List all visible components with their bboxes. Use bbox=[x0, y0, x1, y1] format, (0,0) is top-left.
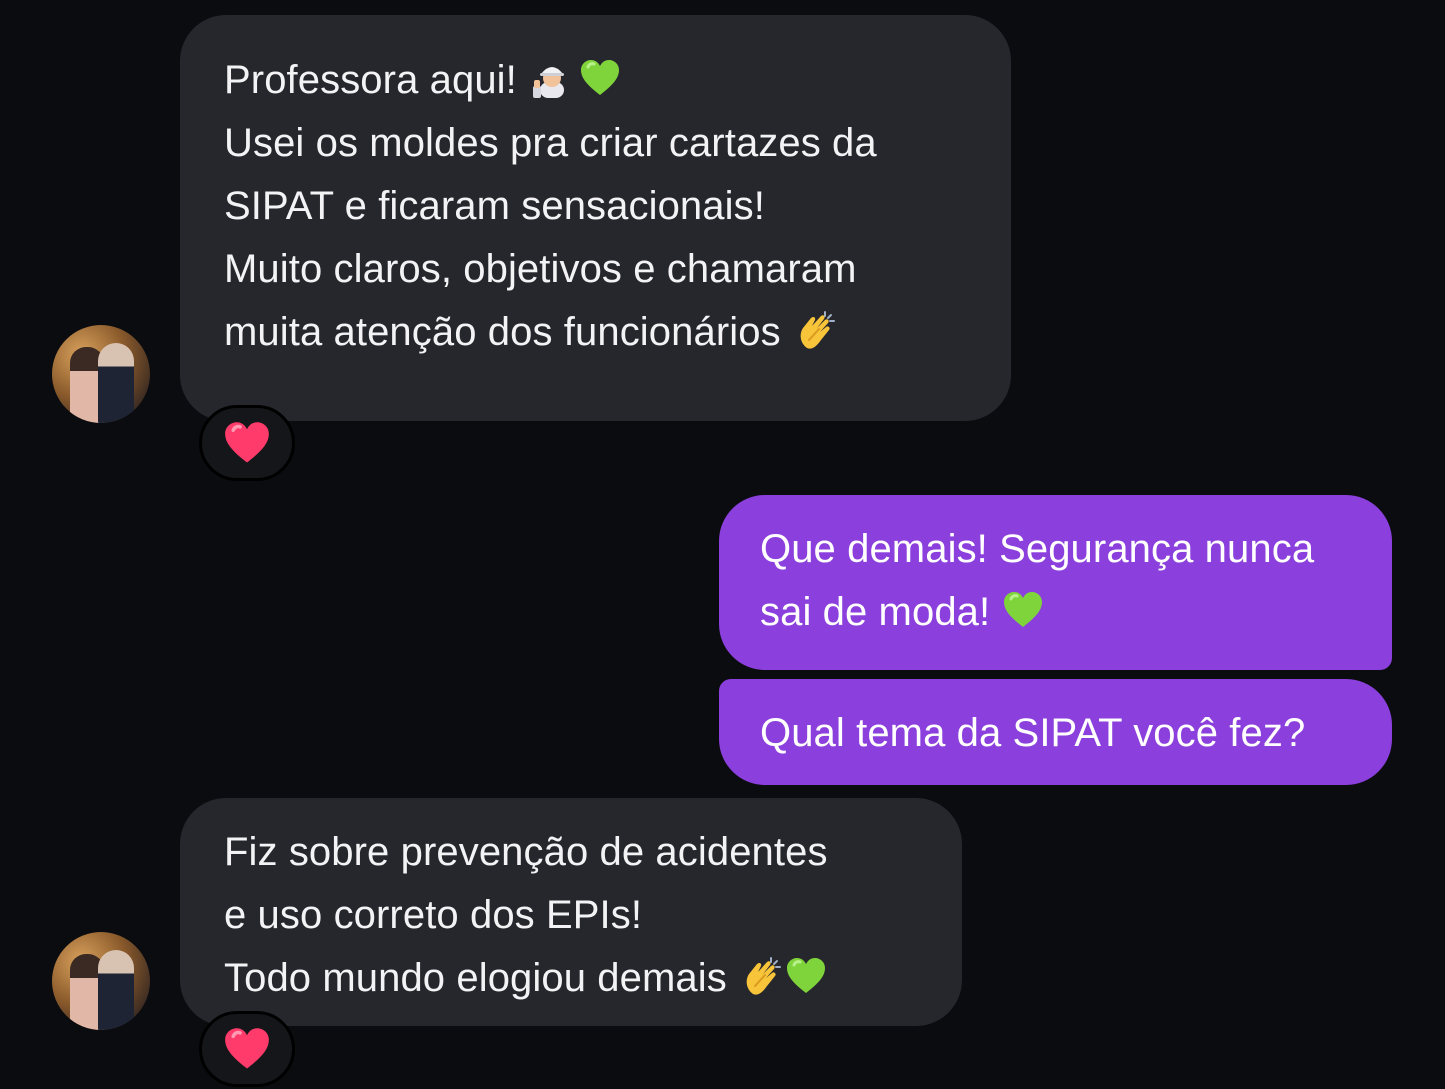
sender-avatar[interactable] bbox=[52, 932, 150, 1030]
green-heart-emoji bbox=[1004, 592, 1043, 627]
heart-reaction[interactable] bbox=[199, 405, 295, 481]
message-line: e uso correto dos EPIs! bbox=[224, 893, 643, 937]
sender-avatar[interactable] bbox=[52, 325, 150, 423]
message-line: muita atenção dos funcionários bbox=[224, 301, 971, 364]
red-heart-icon bbox=[225, 422, 269, 463]
message-line: Todo mundo elogiou demais bbox=[224, 947, 922, 1010]
incoming-message-bubble[interactable]: Professora aqui! Usei os moldes pra cria… bbox=[180, 15, 1011, 421]
green-heart-emoji bbox=[580, 60, 619, 95]
heart-reaction[interactable] bbox=[199, 1011, 295, 1087]
outgoing-message-bubble[interactable]: Que demais! Segurança nunca sai de moda! bbox=[719, 495, 1392, 670]
avatar-photo-person bbox=[98, 950, 134, 1030]
message-line: sai de moda! bbox=[760, 581, 1352, 644]
message-line: Professora aqui! bbox=[224, 49, 971, 112]
avatar-photo-person bbox=[98, 343, 134, 423]
message-line: Muito claros, objetivos e chamaram bbox=[224, 247, 857, 291]
outgoing-message-bubble[interactable]: Qual tema da SIPAT você fez? bbox=[719, 679, 1392, 785]
construction-worker-woman-emoji bbox=[532, 67, 564, 98]
clapping-hands-emoji bbox=[746, 957, 781, 995]
incoming-message-bubble[interactable]: Fiz sobre prevenção de acidentes e uso c… bbox=[180, 798, 962, 1026]
clapping-hands-emoji bbox=[800, 311, 835, 349]
message-line: Qual tema da SIPAT você fez? bbox=[760, 711, 1306, 755]
green-heart-emoji bbox=[786, 958, 825, 993]
red-heart-icon bbox=[225, 1028, 269, 1069]
message-line: Fiz sobre prevenção de acidentes bbox=[224, 830, 828, 874]
message-line: Usei os moldes pra criar cartazes da bbox=[224, 121, 877, 165]
message-line: Que demais! Segurança nunca bbox=[760, 527, 1315, 571]
message-line: SIPAT e ficaram sensacionais! bbox=[224, 184, 765, 228]
